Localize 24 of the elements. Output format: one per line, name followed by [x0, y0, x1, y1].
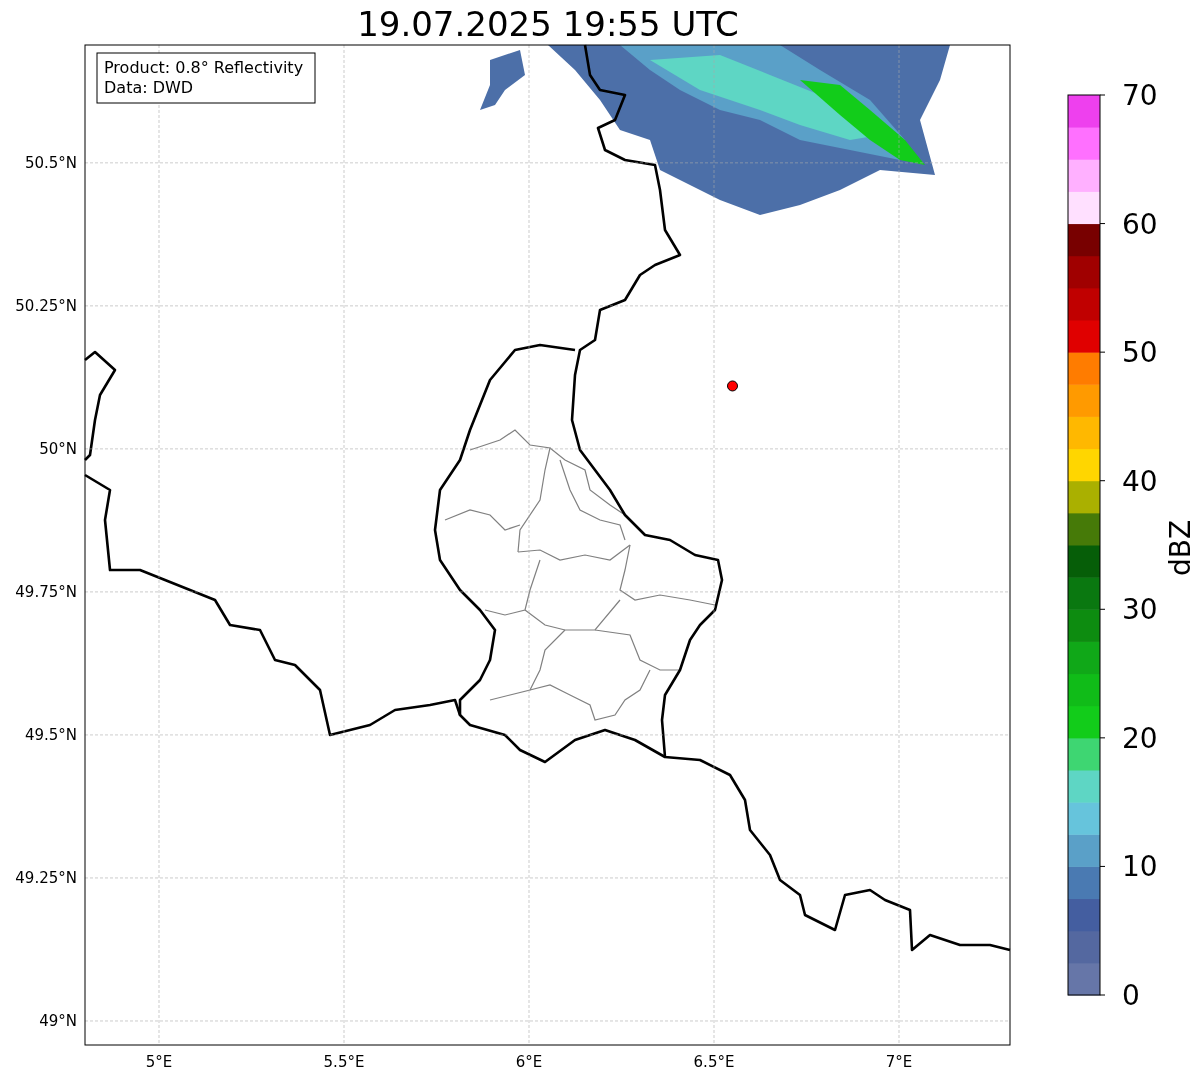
colorbar-tick-label: 70 [1122, 79, 1158, 112]
x-tick-label: 5.5°E [323, 1053, 365, 1071]
y-tick-label: 49.75°N [15, 582, 77, 601]
y-tick-label: 50.25°N [15, 296, 77, 315]
x-tick-label: 6.5°E [693, 1053, 735, 1071]
colorbar-tick-label: 0 [1122, 979, 1140, 1012]
y-tick-label: 49.5°N [24, 725, 77, 744]
y-tick-label: 50°N [39, 439, 77, 458]
y-tick-label: 49°N [39, 1011, 77, 1030]
x-tick-label: 7°E [885, 1053, 913, 1071]
y-tick-label: 49.25°N [15, 868, 77, 887]
colorbar-tick-label: 40 [1122, 464, 1158, 498]
colorbar-tick-label: 20 [1122, 721, 1158, 755]
colorbar-label: dBZ [1164, 519, 1197, 577]
y-tick-label: 50.5°N [24, 153, 77, 172]
colorbar-tick-label: 30 [1122, 593, 1158, 627]
chart-title: 19.07.2025 19:55 UTC [357, 4, 739, 44]
info-text: Data: DWD [104, 78, 194, 97]
x-tick-label: 5°E [145, 1053, 173, 1071]
colorbar-tick-label: 50 [1122, 336, 1158, 370]
colorbar-tick-label: 10 [1122, 850, 1158, 884]
x-tick-label: 6°E [515, 1053, 543, 1071]
colorbar-tick-label: 60 [1122, 207, 1158, 241]
info-text: Product: 0.8° Reflectivity [104, 58, 304, 77]
